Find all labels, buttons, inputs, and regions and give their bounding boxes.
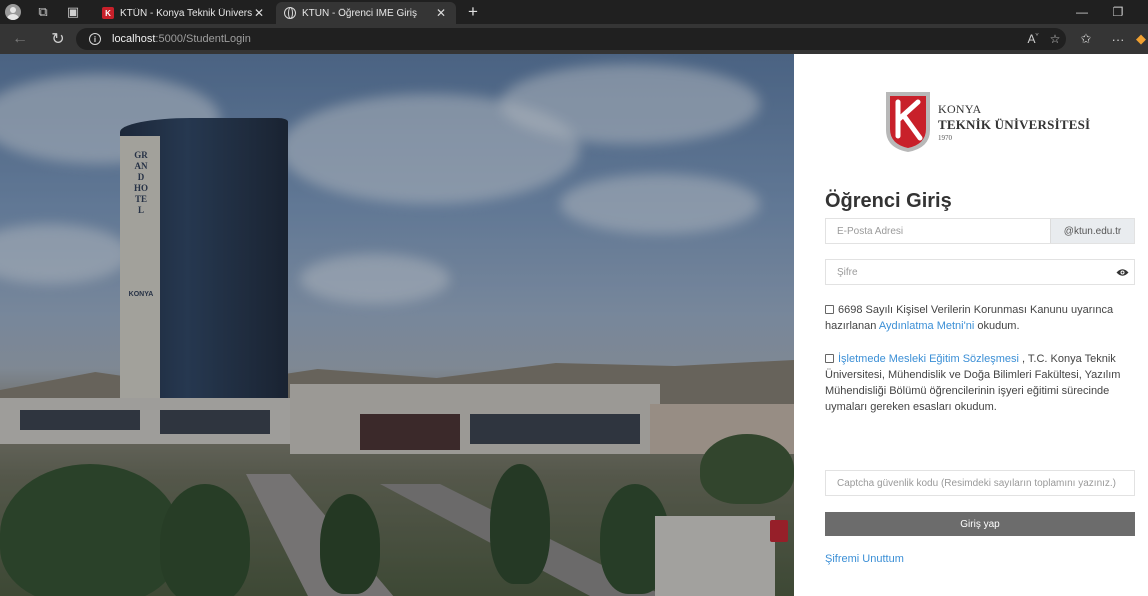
- campus-photo: GRAND HOTEL KONYA: [0, 54, 794, 596]
- kvkk-checkbox[interactable]: [825, 305, 834, 314]
- contract-consent: İşletmede Mesleki Eğitim Sözleşmesi , T.…: [825, 351, 1135, 415]
- contract-checkbox[interactable]: [825, 354, 834, 363]
- address-bar[interactable]: i localhost:5000/StudentLogin Aⱽ ☆: [76, 28, 1066, 50]
- url-path: :5000/StudentLogin: [155, 33, 251, 45]
- tab-student-login[interactable]: KTUN - Öğrenci İME Giriş ✕: [276, 2, 456, 24]
- ktun-shield-icon: [884, 90, 932, 154]
- site-info-icon[interactable]: i: [89, 33, 101, 45]
- login-submit-button[interactable]: Giriş yap: [825, 512, 1135, 536]
- tab-title: KTÜN - Konya Teknik Üniversitesi: [120, 7, 252, 19]
- browser-tab-strip: ⧉ ▣ K KTÜN - Konya Teknik Üniversitesi ✕…: [0, 0, 1148, 24]
- email-input[interactable]: [826, 219, 1050, 243]
- tab-ktun-home[interactable]: K KTÜN - Konya Teknik Üniversitesi ✕: [94, 2, 274, 24]
- more-menu-icon[interactable]: ···: [1106, 24, 1130, 54]
- globe-icon: [284, 7, 296, 19]
- tab-title: KTUN - Öğrenci İME Giriş: [302, 7, 418, 19]
- restore-window-button[interactable]: ❐: [1100, 0, 1136, 24]
- logo-line-year: 1970: [938, 134, 952, 142]
- page-title: Öğrenci Giriş: [825, 190, 952, 212]
- close-tab-icon[interactable]: ✕: [434, 6, 448, 20]
- contract-link[interactable]: İşletmede Mesleki Eğitim Sözleşmesi: [838, 353, 1019, 365]
- minimize-window-button[interactable]: —: [1064, 0, 1100, 24]
- workspaces-icon[interactable]: ⧉: [30, 0, 56, 24]
- captcha-field: [825, 470, 1135, 496]
- profile-avatar[interactable]: [0, 0, 26, 24]
- password-field: [825, 259, 1135, 285]
- reload-button[interactable]: ↻: [42, 24, 74, 54]
- password-input[interactable]: [826, 260, 1110, 284]
- close-tab-icon[interactable]: ✕: [252, 6, 266, 20]
- tab-actions-icon[interactable]: ▣: [60, 0, 86, 24]
- avatar-icon: [5, 4, 21, 20]
- url-host: localhost: [112, 33, 156, 45]
- login-panel: KONYA TEKNİK ÜNİVERSİTESİ 1970 Öğrenci G…: [794, 54, 1148, 596]
- logo-line-konya: KONYA: [938, 102, 982, 116]
- kvkk-consent: 6698 Sayılı Kişisel Verilerin Korunması …: [825, 302, 1135, 334]
- forgot-password-link[interactable]: Şifremi Unuttum: [825, 553, 904, 565]
- ktun-favicon-icon: K: [102, 7, 114, 19]
- university-logo: KONYA TEKNİK ÜNİVERSİTESİ 1970: [884, 90, 1090, 154]
- new-tab-button[interactable]: +: [460, 2, 486, 22]
- kvkk-link[interactable]: Aydınlatma Metni'ni: [879, 320, 974, 332]
- email-domain-addon: @ktun.edu.tr: [1050, 219, 1134, 243]
- edge-copilot-icon[interactable]: ◆: [1134, 24, 1148, 54]
- back-button[interactable]: ←: [4, 24, 36, 54]
- url-text[interactable]: localhost:5000/StudentLogin: [112, 33, 251, 45]
- favorite-star-icon[interactable]: ☆: [1044, 32, 1066, 46]
- logo-line-university: TEKNİK ÜNİVERSİTESİ: [938, 117, 1091, 132]
- email-field: @ktun.edu.tr: [825, 218, 1135, 244]
- captcha-input[interactable]: [826, 471, 1134, 495]
- kvkk-text-after: okudum.: [974, 320, 1020, 332]
- read-aloud-icon[interactable]: Aⱽ: [1022, 32, 1044, 46]
- show-password-eye-icon[interactable]: [1110, 268, 1134, 277]
- favorites-icon[interactable]: ✩: [1074, 24, 1098, 54]
